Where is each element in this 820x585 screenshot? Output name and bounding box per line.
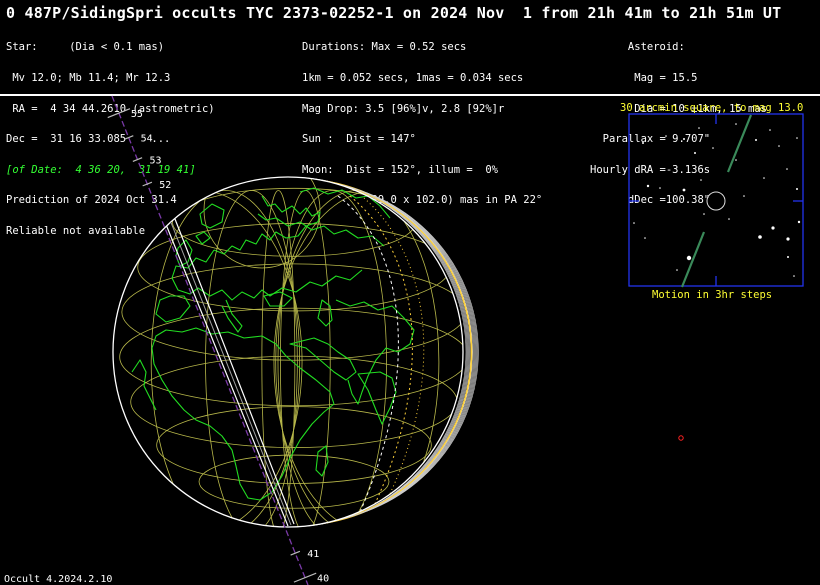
earth-globe: [113, 177, 463, 527]
field-star: [659, 187, 661, 189]
field-star: [700, 179, 702, 181]
field-star: [644, 237, 646, 239]
path-tick-label-40: 40: [317, 574, 329, 585]
field-stars: [633, 123, 801, 277]
field-star: [755, 139, 757, 141]
field-star: [642, 142, 644, 144]
starchart-frame: [628, 113, 804, 287]
field-star: [633, 222, 635, 224]
version-label: Occult 4.2024.2.10: [4, 574, 113, 585]
field-star: [698, 127, 700, 129]
field-star: [778, 145, 780, 147]
field-star: [796, 137, 798, 139]
starchart-crosshair: [629, 114, 803, 286]
field-star: [646, 184, 650, 188]
field-star: [728, 218, 730, 220]
path-tick-label-53: 53: [149, 156, 161, 167]
occultation-diagram: 55 54 53 52 41 40 30 arcmin square, to mag 13…: [107, 95, 804, 585]
field-star: [683, 138, 685, 140]
field-star: [787, 256, 789, 258]
field-star: [735, 159, 737, 161]
field-star: [771, 226, 775, 230]
field-star: [694, 152, 696, 154]
field-star: [796, 188, 798, 190]
field-star: [786, 237, 790, 241]
field-star: [703, 213, 705, 215]
target-star-circle: [706, 191, 726, 211]
field-star: [793, 275, 795, 277]
path-tick-label-41: 41: [307, 549, 319, 560]
field-star: [665, 135, 667, 137]
path-tick-label-54: 54: [141, 134, 153, 145]
starchart-caption-bottom: Motion in 3hr steps: [652, 289, 772, 301]
field-star: [712, 147, 714, 149]
field-star: [682, 188, 686, 192]
path-tick-label-55: 55: [131, 109, 143, 120]
field-star: [769, 129, 771, 131]
starchart-caption-top: 30 arcmin square, to mag 13.0: [620, 102, 803, 114]
red-marker: [678, 435, 684, 441]
field-star: [786, 168, 788, 170]
path-tick-55: [107, 108, 131, 119]
field-star: [735, 123, 737, 125]
asteroid-motion-segment: [680, 231, 706, 288]
field-star: [758, 235, 762, 239]
field-star: [763, 177, 765, 179]
path-tick-40: [293, 572, 317, 583]
asteroid-motion-segment: [726, 114, 753, 173]
field-star: [797, 220, 801, 224]
field-star: [743, 195, 745, 197]
path-tick-label-52: 52: [159, 180, 171, 191]
field-star: [686, 255, 692, 261]
field-star: [676, 269, 678, 271]
